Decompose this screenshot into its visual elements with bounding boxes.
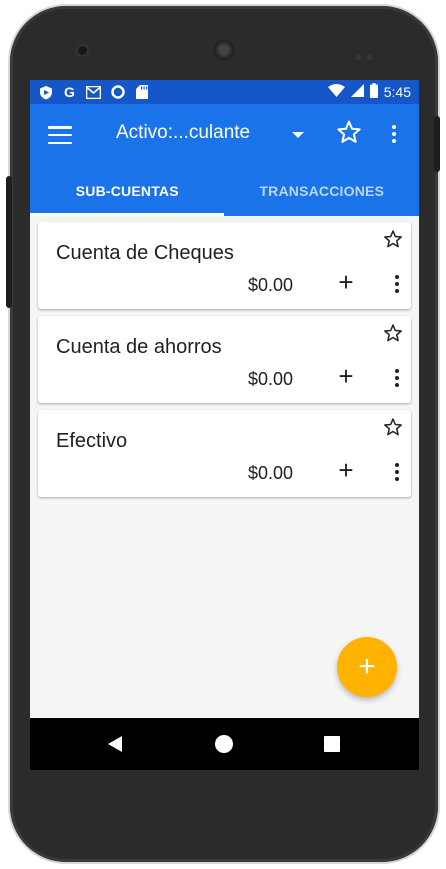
tab-transacciones[interactable]: TRANSACCIONES xyxy=(225,166,420,216)
google-icon: G xyxy=(64,84,75,100)
recents-icon[interactable] xyxy=(324,736,340,752)
add-transaction-button[interactable]: + xyxy=(334,457,358,483)
account-name: Cuenta de Cheques xyxy=(56,242,234,264)
tab-bar: SUB-CUENTAS TRANSACCIONES xyxy=(30,166,419,216)
account-balance: $0.00 xyxy=(248,369,294,389)
tab-label: SUB-CUENTAS xyxy=(75,183,179,199)
dropdown-arrow-icon[interactable] xyxy=(292,132,304,138)
gmail-icon xyxy=(86,85,101,100)
shield-icon xyxy=(38,85,53,100)
add-transaction-button[interactable]: + xyxy=(334,363,358,389)
front-camera xyxy=(78,46,87,55)
screen: G 5:45 Activo:...culante SUB-CUENTAS TRA… xyxy=(30,80,419,770)
star-outline-icon[interactable] xyxy=(336,119,362,145)
tab-sub-cuentas[interactable]: SUB-CUENTAS xyxy=(30,166,225,216)
circle-icon xyxy=(110,85,125,100)
account-balance: $0.00 xyxy=(248,463,294,483)
power-button xyxy=(434,116,440,172)
add-transaction-button[interactable]: + xyxy=(334,269,358,295)
back-icon[interactable] xyxy=(108,736,122,752)
account-card[interactable]: Efectivo $0.00 + xyxy=(38,410,411,497)
account-list: Cuenta de Cheques $0.00 + Cuenta de ahor… xyxy=(30,216,419,497)
volume-button xyxy=(6,176,12,308)
account-more-icon[interactable] xyxy=(392,368,402,388)
account-more-icon[interactable] xyxy=(392,462,402,482)
toolbar-title: Activo:...culante xyxy=(116,122,251,143)
navigation-bar xyxy=(30,718,419,770)
proximity-sensors xyxy=(356,47,378,60)
account-name: Cuenta de ahorros xyxy=(56,336,222,358)
earpiece-speaker xyxy=(214,40,234,60)
favorite-star-icon[interactable] xyxy=(383,323,403,343)
account-more-icon[interactable] xyxy=(392,274,402,294)
plus-icon: + xyxy=(358,650,376,683)
add-account-fab[interactable]: + xyxy=(337,637,397,697)
tab-label: TRANSACCIONES xyxy=(259,183,385,199)
battery-icon xyxy=(369,83,378,101)
tab-indicator xyxy=(30,213,224,216)
account-card[interactable]: Cuenta de Cheques $0.00 + xyxy=(38,222,411,309)
signal-icon xyxy=(350,84,364,100)
favorite-star-icon[interactable] xyxy=(383,229,403,249)
favorite-star-icon[interactable] xyxy=(383,417,403,437)
home-icon[interactable] xyxy=(215,735,233,753)
more-vert-icon[interactable] xyxy=(386,122,402,146)
account-selector[interactable]: Activo:...culante xyxy=(116,122,250,144)
account-name: Efectivo xyxy=(56,430,128,452)
account-card[interactable]: Cuenta de ahorros $0.00 + xyxy=(38,316,411,403)
sd-card-icon xyxy=(134,85,149,100)
menu-icon[interactable] xyxy=(48,124,72,146)
toolbar: Activo:...culante xyxy=(30,104,419,166)
status-time: 5:45 xyxy=(383,84,411,100)
wifi-icon xyxy=(327,84,345,100)
app-bar: Activo:...culante SUB-CUENTAS TRANSACCIO… xyxy=(30,104,419,216)
account-balance: $0.00 xyxy=(248,275,294,295)
status-bar: G 5:45 xyxy=(30,80,419,104)
